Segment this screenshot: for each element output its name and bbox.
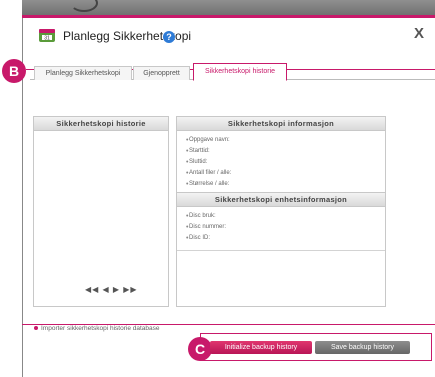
info-panel: Sikkerhetskopi informasjon • Oppgave navn… [176,116,386,307]
callout-badge-b: B [2,59,26,83]
device-field-list: • Disc bruk: • Disc nummer: • Disc ID: [177,207,385,244]
svg-text:31: 31 [44,36,50,42]
calendar-icon: 31 [39,29,55,42]
device-field: • Disc nummer: [186,224,227,231]
tab-schedule-backup[interactable]: Planlegg Sikkerhetskopi [34,66,132,80]
info-field: • Oppgave navn: [186,137,230,144]
info-field: • Starttid: [186,148,210,155]
bullet-icon: • [186,137,189,144]
help-icon[interactable]: ? [163,31,175,43]
bullet-icon: • [186,159,189,166]
info-panel-header: Sikkerhetskopi informasjon [177,117,385,131]
info-field-list: • Oppgave navn: • Starttid: • Sluttid: • Ant… [177,131,385,190]
bullet-icon: • [186,170,189,177]
initialize-history-button[interactable]: Initialize backup history [210,341,312,354]
bullet-icon: • [186,148,189,155]
bullet-icon: • [186,181,189,188]
divider [177,250,385,251]
import-history-link[interactable]: Importer sikkerhetskopi historie databas… [34,325,160,332]
callout-badge-c: C [188,337,212,361]
history-panel-header: Sikkerhetskopi historie [34,117,168,131]
pager-arrows-icon[interactable]: ◀◀ ◀ ▶ ▶▶ [85,285,138,294]
decorative-arc [70,0,98,12]
window-top-bar [22,0,435,18]
info-field: • Antall filer / alle: [186,170,232,177]
history-list-panel: Sikkerhetskopi historie [33,116,169,307]
tab-restore[interactable]: Gjenopprett [133,66,190,80]
device-field: • Disc bruk: [186,213,216,220]
tab-backup-history[interactable]: Sikkerhetskopi historie [193,63,287,81]
device-field: • Disc ID: [186,235,210,242]
bullet-icon: • [186,224,189,231]
info-field: • Størrelse / alle: [186,181,230,188]
device-panel-header: Sikkerhetskopi enhetsinformasjon [177,192,385,207]
info-field: • Sluttid: [186,159,208,166]
bullet-icon [34,326,38,331]
close-icon[interactable]: X [414,25,424,42]
bullet-icon: • [186,235,189,242]
bullet-icon: • [186,213,189,220]
save-history-button[interactable]: Save backup history [315,341,410,354]
